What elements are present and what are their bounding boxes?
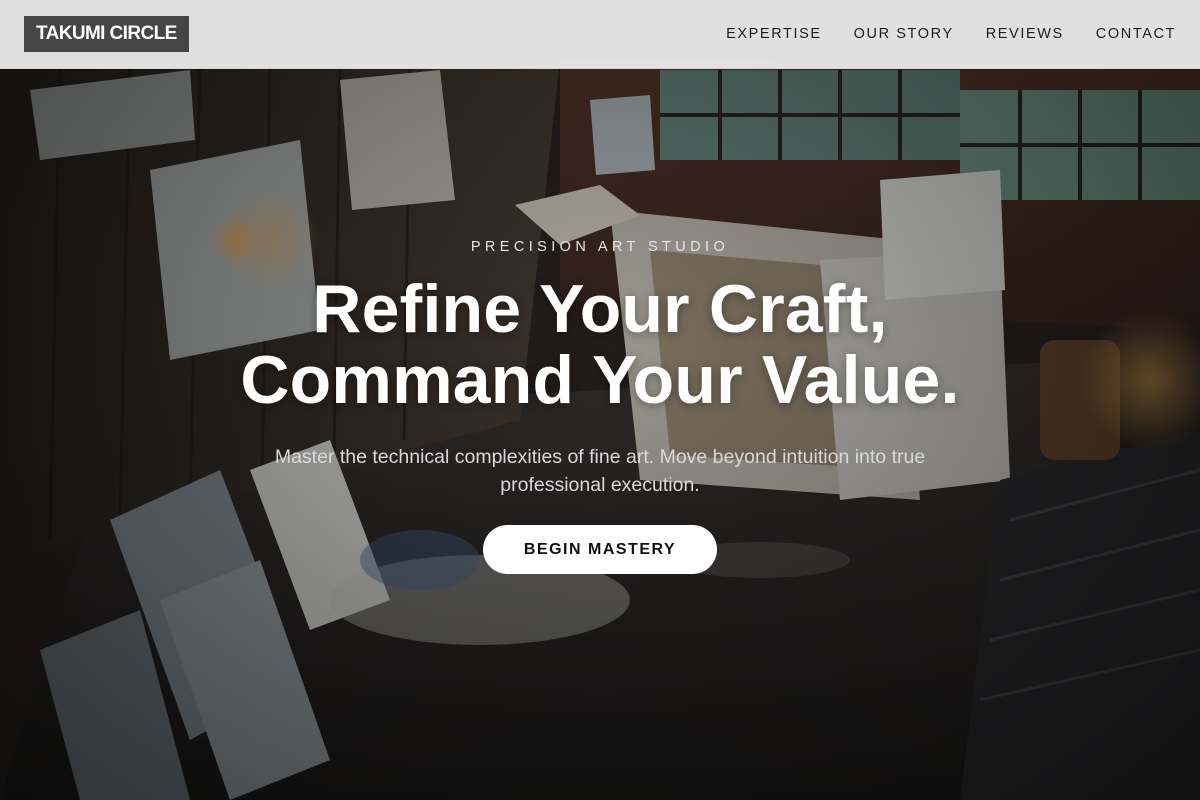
landing-page: TAKUMI CIRCLE EXPERTISE OUR STORY REVIEW… [0, 0, 1200, 800]
brand-logo[interactable]: TAKUMI CIRCLE [24, 16, 189, 52]
nav-link-contact[interactable]: CONTACT [1096, 26, 1176, 42]
nav-link-reviews[interactable]: REVIEWS [986, 26, 1064, 42]
hero-eyebrow: PRECISION ART STUDIO [470, 239, 730, 255]
main-nav: EXPERTISE OUR STORY REVIEWS CONTACT [726, 26, 1176, 42]
nav-link-our-story[interactable]: OUR STORY [854, 26, 954, 42]
hero-headline-line-2: Command Your Value. [240, 342, 960, 418]
begin-mastery-button[interactable]: BEGIN MASTERY [483, 525, 717, 574]
hero-headline: Refine Your Craft, Command Your Value. [0, 274, 1200, 416]
site-header: TAKUMI CIRCLE EXPERTISE OUR STORY REVIEW… [0, 0, 1200, 69]
hero-subtext: Master the technical complexities of fin… [274, 446, 926, 496]
hero-section: PRECISION ART STUDIO Refine Your Craft, … [0, 0, 1200, 800]
nav-link-expertise[interactable]: EXPERTISE [726, 26, 822, 42]
hero-headline-line-1: Refine Your Craft, [312, 271, 888, 347]
